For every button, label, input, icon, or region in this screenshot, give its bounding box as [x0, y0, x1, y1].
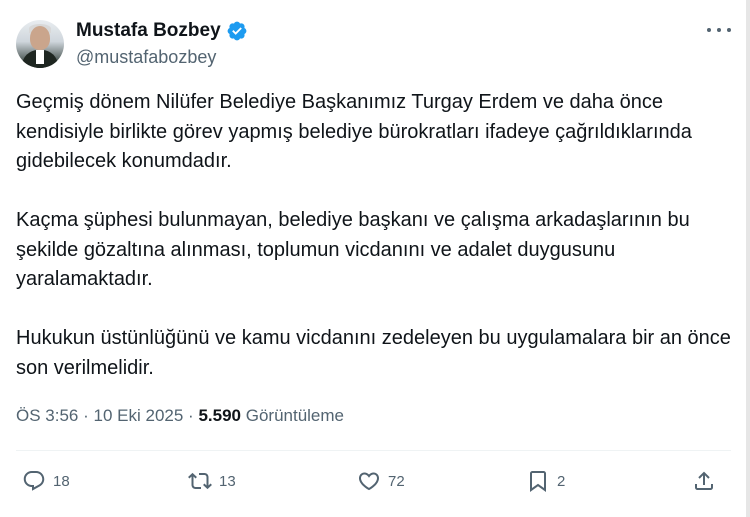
share-button[interactable] — [692, 466, 716, 496]
divider — [16, 450, 731, 451]
views-count: 5.590 — [198, 406, 241, 425]
bookmark-count: 2 — [557, 472, 566, 490]
name-row: Mustafa Bozbey — [76, 20, 248, 42]
tweet-time[interactable]: ÖS 3:56 — [16, 406, 78, 425]
like-count: 72 — [388, 472, 405, 490]
repost-icon — [188, 472, 212, 490]
reply-icon — [23, 471, 45, 491]
author-name[interactable]: Mustafa Bozbey — [76, 20, 221, 42]
meta-separator: · — [83, 406, 89, 425]
tweet-date[interactable]: 10 Eki 2025 — [94, 406, 184, 425]
more-icon[interactable] — [707, 24, 731, 36]
action-bar: 18 13 72 2 — [0, 466, 750, 496]
author-handle[interactable]: @mustafabozbey — [76, 47, 216, 68]
views-label: Görüntüleme — [245, 406, 345, 425]
window-edge — [746, 0, 750, 517]
bookmark-button[interactable]: 2 — [526, 466, 565, 496]
tweet-header: Mustafa Bozbey @mustafabozbey — [16, 14, 731, 74]
tweet-paragraph: Hukukun üstünlüğünü ve kamu vicdanını ze… — [16, 327, 731, 379]
tweet-paragraph: Geçmiş dönem Nilüfer Belediye Başkanımız… — [16, 91, 692, 172]
avatar[interactable] — [16, 20, 64, 68]
repost-button[interactable]: 13 — [188, 466, 236, 496]
meta-separator: · — [188, 406, 194, 425]
repost-count: 13 — [219, 472, 236, 490]
reply-button[interactable]: 18 — [22, 466, 70, 496]
share-icon — [695, 471, 713, 490]
tweet-text: Geçmiş dönem Nilüfer Belediye Başkanımız… — [16, 88, 731, 383]
tweet-meta: ÖS 3:56 · 10 Eki 2025 · 5.590 Görüntülem… — [16, 406, 344, 426]
bookmark-icon — [530, 471, 546, 492]
like-button[interactable]: 72 — [357, 466, 405, 496]
tweet-paragraph: Kaçma şüphesi bulunmayan, belediye başka… — [16, 209, 690, 290]
verified-badge-icon — [226, 20, 248, 42]
reply-count: 18 — [53, 472, 70, 490]
like-icon — [358, 472, 380, 491]
